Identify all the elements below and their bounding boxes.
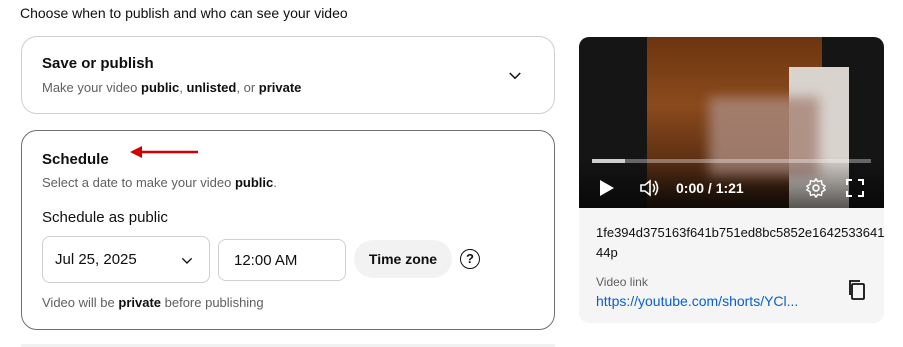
chevron-down-icon — [181, 257, 193, 264]
help-icon[interactable]: ? — [460, 249, 480, 269]
video-preview-panel: 0:00 / 1:21 1fe394d375163f641b751ed8bc58… — [579, 37, 884, 323]
schedule-title: Schedule — [42, 151, 109, 168]
date-value: Jul 25, 2025 — [55, 251, 137, 268]
copy-icon[interactable] — [847, 279, 867, 301]
video-player[interactable]: 0:00 / 1:21 — [579, 37, 884, 208]
schedule-card[interactable]: Schedule Select a date to make your vide… — [21, 130, 555, 330]
video-link-label: Video link — [596, 275, 648, 289]
red-arrow-icon — [130, 146, 198, 158]
section-intro: Choose when to publish and who can see y… — [20, 5, 348, 21]
video-link[interactable]: https://youtube.com/shorts/YCl... — [596, 293, 798, 309]
fullscreen-icon[interactable] — [846, 179, 864, 197]
time-value: 12:00 AM — [234, 252, 298, 269]
video-progress-bar[interactable] — [592, 159, 871, 163]
video-id-text: 1fe394d375163f641b751ed8bc5852e164253364… — [596, 225, 884, 260]
volume-icon[interactable] — [639, 178, 661, 198]
save-or-publish-subtitle: Make your video public, unlisted, or pri… — [42, 80, 302, 95]
video-progress-fill — [592, 159, 626, 163]
play-icon[interactable] — [599, 179, 615, 197]
chevron-down-icon[interactable] — [506, 67, 524, 85]
time-input[interactable]: 12:00 AM — [218, 239, 346, 281]
date-picker[interactable]: Jul 25, 2025 — [42, 236, 210, 283]
time-zone-button[interactable]: Time zone — [354, 240, 452, 278]
save-or-publish-card[interactable]: Save or publish Make your video public, … — [21, 36, 555, 114]
video-time-display: 0:00 / 1:21 — [676, 180, 744, 196]
save-or-publish-title: Save or publish — [42, 55, 154, 72]
gear-icon[interactable] — [805, 177, 827, 199]
schedule-as-label: Schedule as public — [42, 209, 168, 226]
schedule-subtitle: Select a date to make your video public. — [42, 175, 277, 190]
private-before-publishing-note: Video will be private before publishing — [42, 295, 264, 310]
